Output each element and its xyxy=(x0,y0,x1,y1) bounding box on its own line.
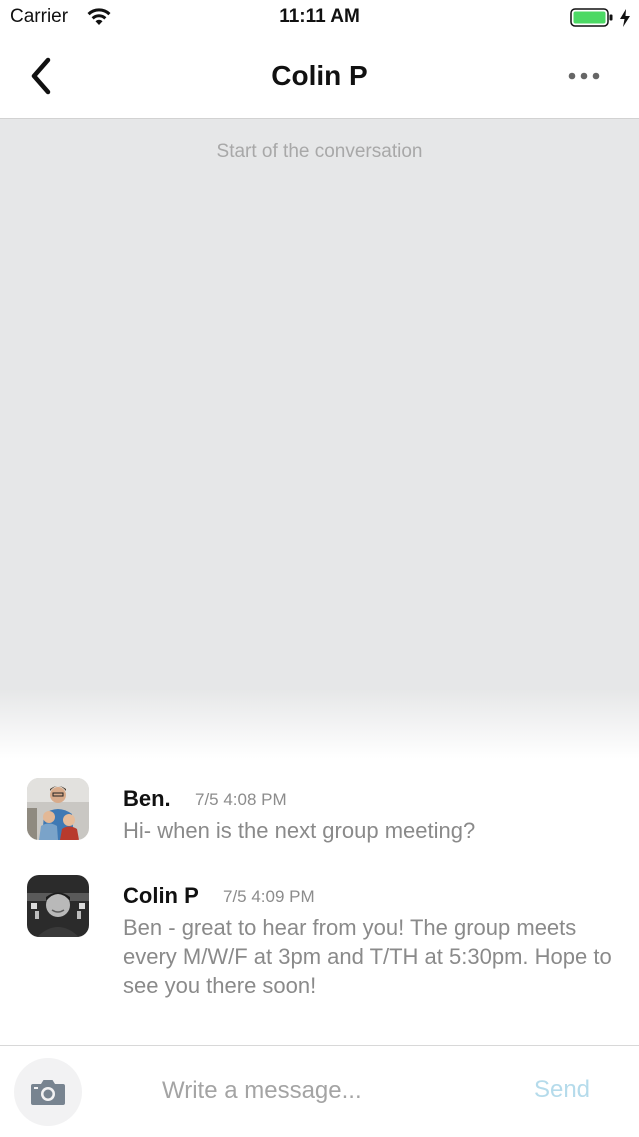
message-timestamp: 7/5 4:09 PM xyxy=(223,887,315,906)
nav-bar: Colin P xyxy=(0,36,639,119)
message-text: Hi- when is the next group meeting? xyxy=(123,818,476,843)
more-horizontal-icon xyxy=(568,72,600,80)
message-timestamp: 7/5 4:08 PM xyxy=(195,790,287,809)
page-title: Colin P xyxy=(271,60,368,91)
status-bar: Carrier 11:11 AM xyxy=(0,0,639,36)
camera-button[interactable] xyxy=(14,1058,82,1126)
message-author: Colin P xyxy=(123,883,199,908)
message-composer: Send xyxy=(0,1045,639,1137)
avatar[interactable] xyxy=(27,875,89,937)
avatar[interactable] xyxy=(27,778,89,840)
battery-icon xyxy=(570,8,614,33)
message-text: Ben - great to hear from you! The group … xyxy=(123,915,612,998)
conversation-start-label: Start of the conversation xyxy=(216,141,423,162)
conversation-area[interactable]: Start of the conversation Ben. 7/5 4:08 … xyxy=(0,119,639,1045)
status-time: 11:11 AM xyxy=(279,6,360,27)
send-button[interactable]: Send xyxy=(520,1076,604,1104)
message-input[interactable] xyxy=(150,1068,502,1114)
camera-icon xyxy=(31,1080,65,1105)
more-options-button[interactable] xyxy=(560,64,608,88)
message-author: Ben. xyxy=(123,786,171,811)
charging-bolt-icon xyxy=(619,8,631,33)
